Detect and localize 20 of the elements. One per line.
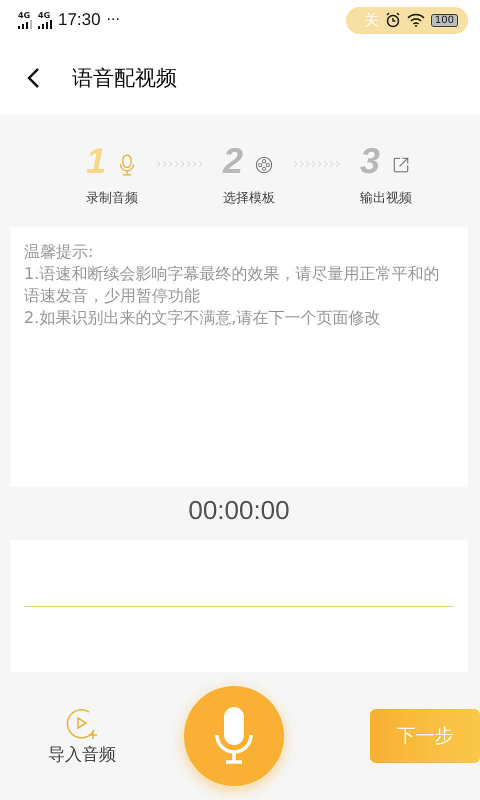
step-label: 录制音频: [86, 190, 138, 207]
import-audio-button[interactable]: 导入音频: [48, 706, 116, 766]
step-label: 选择模板: [223, 190, 275, 207]
tip-text: 2.如果识别出来的文字不满意,请在下一个页面修改: [24, 307, 382, 329]
tip-text: 1.语速和断续会影响字幕最终的效果，请尽量用正常平和的语速发音，少用暂停功能: [24, 263, 440, 307]
play-add-icon: [65, 706, 99, 740]
chevrons-icon: [156, 160, 204, 168]
more-indicator: ···: [106, 12, 120, 28]
chevrons-icon: [294, 160, 342, 168]
microphone-icon: [213, 705, 255, 767]
pill-text: 关: [364, 10, 379, 30]
wifi-icon: [406, 13, 425, 27]
tips-title: 温馨提示:: [24, 241, 94, 263]
back-icon[interactable]: [26, 66, 40, 88]
battery-indicator: 100: [430, 14, 458, 26]
page-title: 语音配视频: [72, 64, 177, 92]
status-time: 17:30: [58, 10, 101, 30]
alarm-icon: [384, 12, 401, 28]
step-label: 输出视频: [360, 190, 412, 207]
recording-timer: 00:00:00: [187, 495, 291, 526]
